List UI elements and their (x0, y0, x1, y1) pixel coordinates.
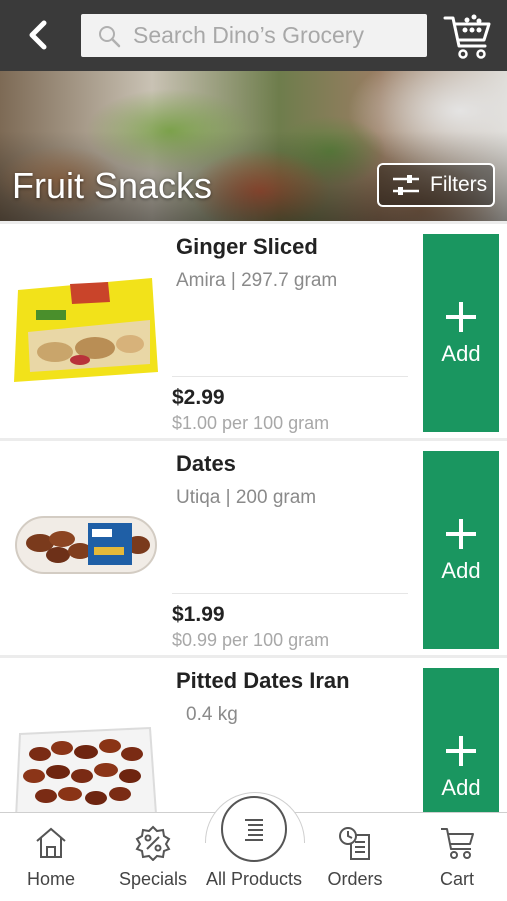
add-label: Add (441, 775, 481, 800)
category-title: Fruit Snacks (12, 165, 213, 206)
list-icon (245, 819, 263, 841)
category-banner: Fruit Snacks Filters (0, 71, 507, 221)
product-name: Ginger Sliced (176, 234, 318, 259)
unit-price: $1.00 per 100 gram (172, 413, 330, 433)
orders-icon (339, 827, 370, 860)
back-chevron-icon (29, 20, 47, 50)
divider (172, 376, 408, 377)
ginger-package-image (14, 278, 158, 382)
product-row[interactable]: Ginger Sliced Amira | 297.7 gram $2.99 $… (0, 224, 507, 438)
plus-icon (446, 302, 476, 332)
top-bar: Search Dino’s Grocery (0, 0, 507, 71)
product-row[interactable]: Dates Utiqa | 200 gram $1.99 $0.99 per 1… (0, 441, 507, 655)
search-icon (99, 25, 121, 47)
filters-label: Filters (430, 173, 488, 196)
all-products-button[interactable] (221, 796, 287, 862)
nav-specials-label: Specials (118, 869, 188, 889)
unit-price: $0.99 per 100 gram (172, 630, 330, 650)
search-input[interactable]: Search Dino’s Grocery (81, 14, 427, 57)
filters-button[interactable]: Filters (377, 163, 495, 207)
nav-home-label: Home (26, 869, 75, 889)
percent-badge-icon (135, 825, 171, 861)
add-label: Add (441, 341, 481, 366)
add-label: Add (441, 558, 481, 583)
basket-icon (443, 14, 491, 59)
nav-cart-label: Cart (439, 869, 474, 889)
add-button[interactable]: Add (423, 451, 499, 649)
sliders-icon (393, 175, 419, 195)
nav-cart[interactable]: Cart (412, 813, 502, 901)
plus-icon (446, 736, 476, 766)
nav-home[interactable]: Home (6, 813, 96, 901)
product-brand-size: Amira | 297.7 gram (176, 270, 338, 291)
product-price: $2.99 (172, 386, 225, 409)
search-placeholder: Search Dino’s Grocery (133, 22, 364, 48)
product-name: Pitted Dates Iran (176, 668, 350, 693)
nav-specials[interactable]: Specials (108, 813, 198, 901)
divider (172, 593, 408, 594)
nav-orders-label: Orders (327, 869, 383, 889)
add-button[interactable]: Add (423, 234, 499, 432)
basket-button[interactable] (443, 12, 493, 60)
plus-icon (446, 519, 476, 549)
dates-package-image (15, 516, 157, 574)
back-button[interactable] (20, 16, 56, 54)
nav-orders[interactable]: Orders (310, 813, 400, 901)
product-price: $1.99 (172, 603, 225, 626)
nav-all-products-label: All Products (205, 869, 303, 889)
product-brand-size: 0.4 kg (186, 704, 238, 725)
cart-icon (441, 828, 474, 859)
home-icon (36, 827, 66, 858)
product-name: Dates (176, 451, 236, 476)
product-brand-size: Utiqa | 200 gram (176, 487, 317, 508)
